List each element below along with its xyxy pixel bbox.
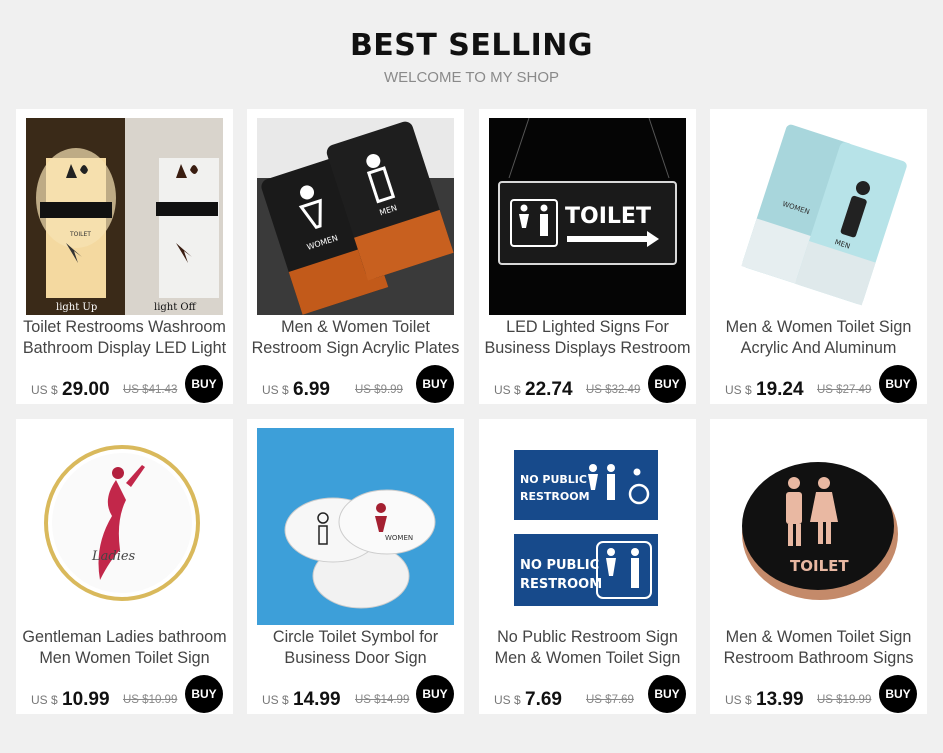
current-price: 10.99	[62, 689, 110, 710]
product-title-line[interactable]: Men & Women Toilet Sign	[726, 318, 912, 336]
image-label: TOILET	[69, 231, 91, 238]
price-row: US $ 19.24 US $27.49	[725, 379, 885, 401]
product-card[interactable]: TOILET LED Lighted Signs For Business Dis…	[479, 109, 696, 404]
current-price: 22.74	[525, 379, 573, 400]
image-label: NO PUBLIC	[520, 558, 599, 573]
price-row: US $ 7.69 US $7.69	[494, 689, 654, 711]
currency-label: US $	[494, 383, 521, 397]
product-title-line[interactable]: Men & Women Toilet Sign	[726, 628, 912, 646]
price-row: US $ 13.99 US $19.99	[725, 689, 885, 711]
current-price: 19.24	[756, 379, 804, 400]
buy-button[interactable]: BUY	[185, 675, 223, 713]
product-title-line[interactable]: Bathroom Display LED Light	[23, 339, 226, 357]
buy-button[interactable]: BUY	[879, 675, 917, 713]
product-title-line[interactable]: No Public Restroom Sign	[497, 628, 678, 646]
image-label: light Off	[154, 302, 197, 313]
product-title[interactable]: Circle Toilet Symbol for Business Door Si…	[247, 627, 464, 669]
product-image[interactable]: WOMEN MEN	[257, 118, 454, 315]
current-price: 13.99	[756, 689, 804, 710]
product-image[interactable]: TOILET light Up light Off	[26, 118, 223, 315]
buy-button[interactable]: BUY	[416, 675, 454, 713]
buy-button[interactable]: BUY	[416, 365, 454, 403]
product-card[interactable]: Ladies Gentleman Ladies bathroom Men Wome…	[16, 419, 233, 714]
product-card[interactable]: WOMEN MEN Men & Women Toilet Sign Acrylic…	[710, 109, 927, 404]
product-title[interactable]: Men & Women Toilet Restroom Sign Acrylic …	[247, 317, 464, 359]
original-price: US $7.69	[586, 694, 634, 706]
product-image[interactable]: TOILET	[720, 428, 917, 625]
price-row: US $ 6.99 US $9.99	[262, 379, 422, 401]
page-header: BEST SELLING WELCOME TO MY SHOP	[0, 0, 943, 108]
currency-label: US $	[31, 383, 58, 397]
image-label: Ladies	[91, 549, 136, 564]
currency-label: US $	[31, 693, 58, 707]
product-card[interactable]: NO PUBLIC RESTROOM NO PUBLIC RESTROOM No…	[479, 419, 696, 714]
original-price: US $10.99	[123, 694, 178, 706]
original-price: US $14.99	[355, 694, 410, 706]
current-price: 29.00	[62, 379, 110, 400]
original-price: US $9.99	[355, 384, 403, 396]
currency-label: US $	[262, 383, 289, 397]
product-card[interactable]: TOILET light Up light Off Toilet Restroo…	[16, 109, 233, 404]
image-label: RESTROOM	[520, 490, 590, 503]
product-title-line[interactable]: Business Door Sign	[284, 649, 426, 667]
currency-label: US $	[725, 693, 752, 707]
image-label: TOILET	[565, 204, 651, 229]
product-title[interactable]: Men & Women Toilet Sign Acrylic And Alumi…	[710, 317, 927, 359]
price-row: US $ 29.00 US $41.43	[31, 379, 191, 401]
product-image[interactable]: TOILET	[489, 118, 686, 315]
product-card[interactable]: WOMEN Circle Toilet Symbol for Business D…	[247, 419, 464, 714]
product-title-line[interactable]: Men & Women Toilet	[281, 318, 430, 336]
original-price: US $32.49	[586, 384, 641, 396]
current-price: 6.99	[293, 379, 330, 400]
product-title[interactable]: LED Lighted Signs For Business Displays R…	[479, 317, 696, 359]
original-price: US $27.49	[817, 384, 872, 396]
product-title-line[interactable]: LED Lighted Signs For	[506, 318, 669, 336]
product-title-line[interactable]: Toilet Restrooms Washroom	[23, 318, 226, 336]
image-label: light Up	[56, 302, 97, 313]
product-title-line[interactable]: Men Women Toilet Sign	[39, 649, 209, 667]
currency-label: US $	[725, 383, 752, 397]
product-title-line[interactable]: Restroom Sign Acrylic Plates	[252, 339, 460, 357]
product-title[interactable]: Gentleman Ladies bathroom Men Women Toile…	[16, 627, 233, 669]
product-title-line[interactable]: Gentleman Ladies bathroom	[22, 628, 226, 646]
product-title[interactable]: No Public Restroom Sign Men & Women Toile…	[479, 627, 696, 669]
product-image[interactable]: WOMEN MEN	[720, 118, 917, 315]
product-title[interactable]: Toilet Restrooms Washroom Bathroom Displa…	[16, 317, 233, 359]
price-row: US $ 22.74 US $32.49	[494, 379, 654, 401]
product-title[interactable]: Men & Women Toilet Sign Restroom Bathroom…	[710, 627, 927, 669]
image-label: WOMEN	[385, 534, 413, 542]
current-price: 14.99	[293, 689, 341, 710]
product-card[interactable]: WOMEN MEN Men & Women Toilet Restroom Sig…	[247, 109, 464, 404]
product-image[interactable]: NO PUBLIC RESTROOM NO PUBLIC RESTROOM	[489, 428, 686, 625]
product-title-line[interactable]: Circle Toilet Symbol for	[273, 628, 438, 646]
product-image[interactable]: Ladies	[26, 428, 223, 625]
image-label: TOILET	[790, 557, 849, 575]
image-label: RESTROOM	[520, 577, 602, 592]
price-row: US $ 14.99 US $14.99	[262, 689, 422, 711]
currency-label: US $	[494, 693, 521, 707]
original-price: US $19.99	[817, 694, 872, 706]
product-card[interactable]: TOILET Men & Women Toilet Sign Restroom B…	[710, 419, 927, 714]
product-title-line[interactable]: Restroom Bathroom Signs	[724, 649, 914, 667]
product-image[interactable]: WOMEN	[257, 428, 454, 625]
currency-label: US $	[262, 693, 289, 707]
buy-button[interactable]: BUY	[648, 365, 686, 403]
buy-button[interactable]: BUY	[648, 675, 686, 713]
page-title: BEST SELLING	[349, 28, 594, 63]
original-price: US $41.43	[123, 384, 178, 396]
buy-button[interactable]: BUY	[879, 365, 917, 403]
image-label: NO PUBLIC	[520, 473, 587, 486]
product-title-line[interactable]: Business Displays Restroom	[484, 339, 690, 357]
product-title-line[interactable]: Men & Women Toilet Sign	[495, 649, 681, 667]
current-price: 7.69	[525, 689, 562, 710]
page-subtitle: WELCOME TO MY SHOP	[383, 69, 560, 86]
price-row: US $ 10.99 US $10.99	[31, 689, 191, 711]
product-title-line[interactable]: Acrylic And Aluminum	[741, 339, 897, 357]
buy-button[interactable]: BUY	[185, 365, 223, 403]
